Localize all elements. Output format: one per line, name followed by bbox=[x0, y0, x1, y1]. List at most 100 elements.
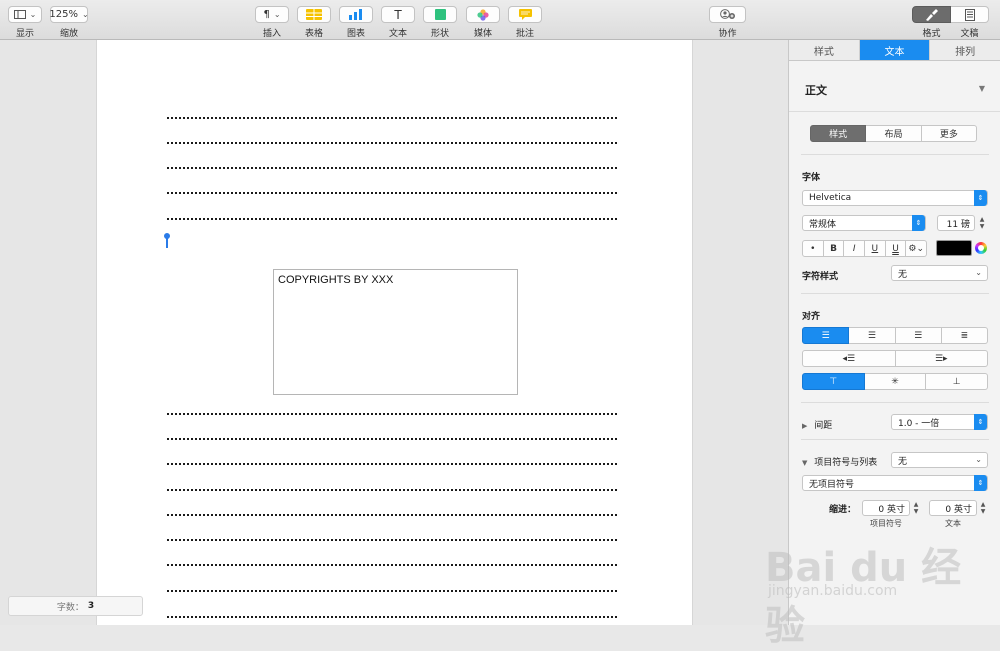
toolbar: ⌄ 显示 125% ⌄ 缩放 ¶ ⌄ 插入 表格 图表 T 文本 形状 媒体 批… bbox=[0, 0, 1000, 40]
align-center-icon: ☰ bbox=[867, 330, 876, 341]
indent-bullet-caption: 项目符号 bbox=[870, 519, 902, 528]
align-middle-icon: ✳ bbox=[891, 376, 899, 387]
bold-button[interactable]: B bbox=[823, 240, 845, 257]
table-icon bbox=[306, 9, 322, 20]
comment-button[interactable] bbox=[508, 6, 542, 23]
view-button[interactable]: ⌄ bbox=[8, 6, 42, 23]
view-control[interactable]: ⌄ 显示 bbox=[8, 6, 42, 39]
tab-arrange[interactable]: 排列 bbox=[930, 40, 1000, 60]
align-top-button[interactable]: ⊤ bbox=[802, 373, 865, 390]
align-bottom-icon: ⊥ bbox=[952, 376, 961, 387]
document-button[interactable] bbox=[951, 6, 989, 23]
collaborate-button[interactable] bbox=[709, 6, 746, 23]
increase-indent-button[interactable]: ☰▸ bbox=[895, 350, 988, 367]
font-size-stepper[interactable]: ▲ ▼ bbox=[978, 215, 986, 231]
text-options-button[interactable]: ⚙⌄ bbox=[906, 240, 928, 257]
shape-label: 形状 bbox=[430, 29, 449, 39]
dotted-line bbox=[167, 413, 617, 415]
align-justify-button[interactable]: ≣ bbox=[941, 327, 988, 344]
photos-icon bbox=[477, 8, 489, 21]
word-count[interactable]: 字数： 3 bbox=[8, 596, 143, 616]
text-control[interactable]: T 文本 bbox=[381, 6, 415, 39]
textbox-text: COPYRIGHTS BY XXX bbox=[278, 274, 394, 286]
align-justify-icon: ≣ bbox=[960, 330, 969, 341]
sidebar-icon bbox=[13, 10, 26, 19]
dotted-line bbox=[167, 117, 617, 119]
inspector-switch: 格式 文稿 bbox=[912, 6, 989, 39]
tab-text[interactable]: 文本 bbox=[859, 40, 931, 60]
align-section-label: 对齐 bbox=[802, 312, 821, 322]
comment-control[interactable]: 批注 bbox=[508, 6, 542, 39]
char-style-select[interactable]: 无 ⌄ bbox=[891, 265, 988, 281]
document-canvas[interactable]: COPYRIGHTS BY XXX 字数： 3 bbox=[0, 40, 788, 625]
indent-text-stepper[interactable]: ▲ ▼ bbox=[979, 500, 987, 516]
subtab-style[interactable]: 样式 bbox=[810, 125, 867, 142]
zoom-select[interactable]: 125% ⌄ bbox=[49, 6, 89, 23]
collaborate-control[interactable]: 协作 bbox=[709, 6, 746, 39]
font-color-well[interactable] bbox=[936, 240, 972, 256]
font-family-value: Helvetica bbox=[809, 193, 852, 203]
insert-control[interactable]: ¶ ⌄ 插入 bbox=[255, 6, 289, 39]
bullet-type-select[interactable]: 无项目符号 ⇕ bbox=[802, 475, 988, 491]
paragraph-icon: ¶ bbox=[263, 9, 270, 20]
bullets-value: 无 bbox=[898, 456, 908, 467]
divider bbox=[801, 402, 989, 403]
table-control[interactable]: 表格 bbox=[297, 6, 331, 39]
insert-button[interactable]: ¶ ⌄ bbox=[255, 6, 289, 23]
dotted-line bbox=[167, 438, 617, 440]
font-size-field[interactable]: 11 磅 bbox=[937, 215, 975, 231]
media-button[interactable] bbox=[466, 6, 500, 23]
table-label: 表格 bbox=[304, 29, 323, 39]
char-style-value: 无 bbox=[898, 269, 908, 280]
bullets-disclosure[interactable]: ▼ 项目符号与列表 bbox=[802, 455, 877, 468]
font-style-value: 常规体 bbox=[809, 219, 837, 230]
color-wheel-icon[interactable] bbox=[975, 242, 987, 254]
indent-bullet-field[interactable]: 0 英寸 bbox=[862, 500, 910, 516]
align-right-button[interactable]: ☰ bbox=[895, 327, 942, 344]
collaborate-label: 协作 bbox=[718, 29, 737, 39]
align-middle-button[interactable]: ✳ bbox=[864, 373, 927, 390]
spacing-value: 1.0 - 一倍 bbox=[898, 418, 940, 429]
tab-style[interactable]: 样式 bbox=[789, 40, 860, 60]
indent-text-field[interactable]: 0 英寸 bbox=[929, 500, 977, 516]
dotted-line bbox=[167, 514, 617, 516]
spacing-select[interactable]: 1.0 - 一倍 ⇕ bbox=[891, 414, 988, 430]
format-button[interactable] bbox=[912, 6, 951, 23]
decrease-indent-button[interactable]: ◂☰ bbox=[802, 350, 896, 367]
font-size-value: 11 磅 bbox=[946, 219, 970, 230]
outdent-icon: ◂☰ bbox=[842, 353, 856, 364]
chart-control[interactable]: 图表 bbox=[339, 6, 373, 39]
chevron-down-icon: ⌄ bbox=[273, 10, 281, 19]
zoom-control[interactable]: 125% ⌄ 缩放 bbox=[49, 6, 89, 39]
dotted-line bbox=[167, 539, 617, 541]
bullets-select[interactable]: 无 ⌄ bbox=[891, 452, 988, 468]
align-left-icon: ☰ bbox=[821, 330, 830, 341]
underline-button[interactable]: U bbox=[865, 240, 886, 257]
align-bottom-button[interactable]: ⊥ bbox=[926, 373, 989, 390]
subtab-more[interactable]: 更多 bbox=[921, 125, 977, 142]
align-center-button[interactable]: ☰ bbox=[849, 327, 896, 344]
shape-control[interactable]: 形状 bbox=[423, 6, 457, 39]
double-underline-button[interactable]: U bbox=[885, 240, 907, 257]
indent-bullet-value: 0 英寸 bbox=[878, 504, 905, 515]
document-page[interactable]: COPYRIGHTS BY XXX bbox=[96, 40, 693, 625]
font-family-select[interactable]: Helvetica ⇕ bbox=[802, 190, 988, 206]
italic-button[interactable]: I bbox=[844, 240, 866, 257]
bullet-button[interactable]: • bbox=[802, 240, 824, 257]
chevron-down-icon: ⌄ bbox=[29, 10, 37, 19]
indent-icon: ☰▸ bbox=[934, 353, 948, 364]
indent-bullet-stepper[interactable]: ▲ ▼ bbox=[912, 500, 920, 516]
align-left-button[interactable]: ☰ bbox=[802, 327, 850, 344]
shape-button[interactable] bbox=[423, 6, 457, 23]
dotted-line bbox=[167, 142, 617, 144]
text-button[interactable]: T bbox=[381, 6, 415, 23]
paragraph-style-selector[interactable]: 正文 ▼ bbox=[789, 62, 1000, 112]
table-button[interactable] bbox=[297, 6, 331, 23]
spacing-disclosure[interactable]: ▶ 间距 bbox=[802, 418, 832, 431]
font-style-select[interactable]: 常规体 ⇕ bbox=[802, 215, 926, 231]
chart-button[interactable] bbox=[339, 6, 373, 23]
copyright-textbox[interactable]: COPYRIGHTS BY XXX bbox=[273, 269, 518, 395]
chevron-up-icon: ▲ bbox=[979, 216, 985, 223]
subtab-layout[interactable]: 布局 bbox=[866, 125, 922, 142]
media-control[interactable]: 媒体 bbox=[466, 6, 500, 39]
